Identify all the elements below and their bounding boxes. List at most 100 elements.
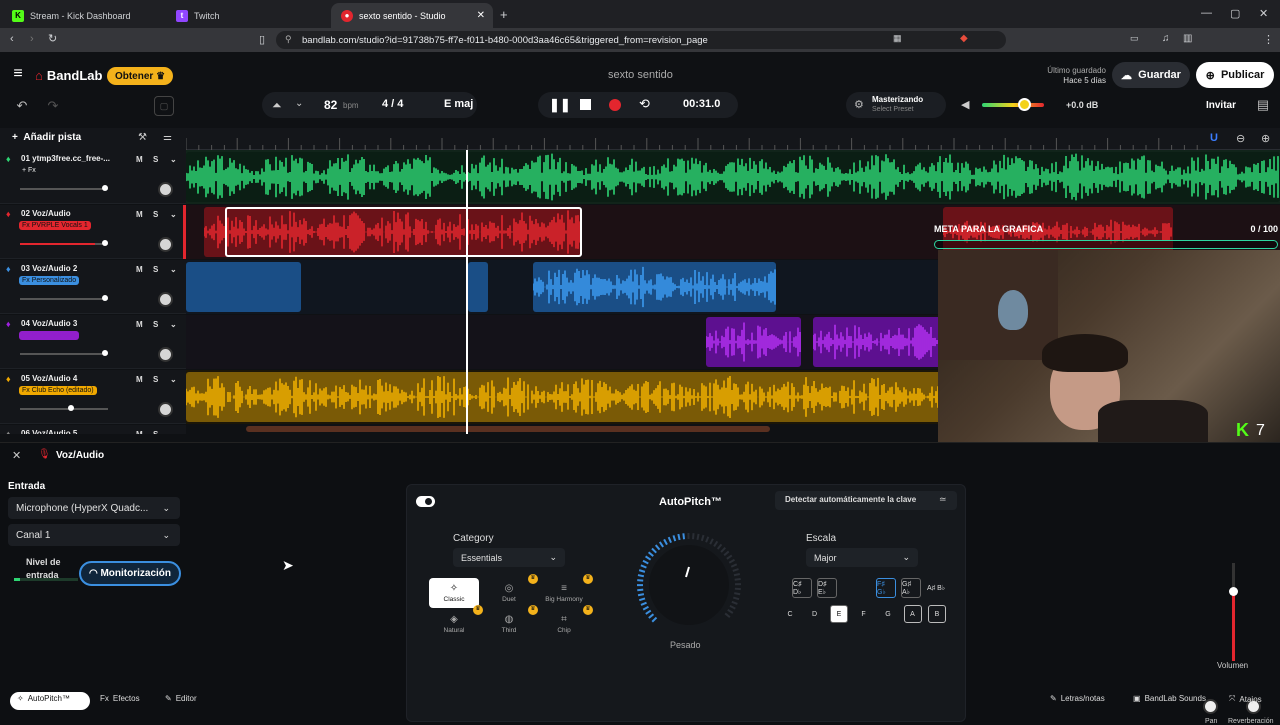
- track-fx-badge[interactable]: Fx Personalizado: [19, 331, 79, 340]
- track-volume-slider[interactable]: [20, 298, 108, 300]
- track-volume-knob[interactable]: [102, 350, 108, 356]
- solo-button[interactable]: S: [153, 430, 158, 434]
- bpm-value[interactable]: 82: [324, 98, 337, 112]
- editor-tab[interactable]: ✎Editor: [165, 694, 197, 703]
- master-volume-knob[interactable]: [1018, 98, 1031, 111]
- track-volume-slider[interactable]: [20, 408, 108, 410]
- view-icon[interactable]: ▢: [154, 96, 174, 116]
- wand-icon[interactable]: ⚒: [138, 132, 147, 143]
- obtener-button[interactable]: Obtener ♛: [107, 67, 173, 85]
- track-volume-knob[interactable]: [68, 405, 74, 411]
- brand-logo[interactable]: ⌂BandLab: [35, 68, 102, 83]
- track-pan-knob[interactable]: [158, 402, 173, 417]
- playhead[interactable]: [466, 150, 468, 434]
- track-fx-badge[interactable]: + Fx: [19, 166, 39, 175]
- autopitch-style-third[interactable]: ◍Third♛: [484, 609, 534, 639]
- loop-icon[interactable]: ⟲: [639, 96, 650, 112]
- track-volume-knob[interactable]: [102, 240, 108, 246]
- sidebar-icon[interactable]: ▥: [1183, 33, 1192, 44]
- clip-track-4a[interactable]: [706, 317, 801, 367]
- key-button-b[interactable]: B: [928, 605, 946, 623]
- autopitch-toggle[interactable]: [416, 496, 435, 507]
- project-key[interactable]: E maj: [444, 98, 473, 110]
- solo-button[interactable]: S: [153, 210, 158, 219]
- track-header[interactable]: ♦02 Voz/AudioFx PVRPLE Vocals 1MS⌄: [0, 205, 186, 259]
- sharp-key-button[interactable]: A♯ B♭: [926, 578, 946, 598]
- translate-icon[interactable]: ▦: [893, 33, 902, 44]
- autopitch-style-duet[interactable]: ◎Duet♛: [484, 578, 534, 608]
- autopitch-style-natural[interactable]: ◈Natural♛: [429, 609, 479, 639]
- key-button-g[interactable]: G: [879, 605, 897, 623]
- track-fx-badge[interactable]: Fx PVRPLE Vocals 1: [19, 221, 91, 230]
- key-button-f[interactable]: F: [855, 605, 873, 623]
- solo-button[interactable]: S: [153, 155, 158, 164]
- clip-track-1[interactable]: [186, 152, 1280, 202]
- master-volume-slider[interactable]: [982, 103, 1044, 107]
- lane-1[interactable]: [186, 150, 1280, 204]
- mute-button[interactable]: M: [136, 210, 143, 219]
- shortcuts-button[interactable]: ⤧Atajos: [1229, 694, 1262, 704]
- cast-icon[interactable]: ▭: [1130, 33, 1139, 44]
- channel-select[interactable]: Canal 1⌄: [8, 524, 180, 546]
- track-fx-badge[interactable]: Fx Club Echo (editado): [19, 386, 97, 395]
- sharp-key-button[interactable]: G♯ A♭: [901, 578, 921, 598]
- track-header[interactable]: ♦03 Voz/Audio 2Fx PersonalizadoMS⌄: [0, 260, 186, 314]
- category-select[interactable]: Essentials⌄: [453, 548, 565, 567]
- site-info-icon[interactable]: ⚲: [285, 34, 292, 45]
- chevron-down-icon[interactable]: ⌄: [295, 98, 303, 109]
- save-button[interactable]: ☁ Guardar: [1112, 62, 1190, 88]
- chevron-down-icon[interactable]: ⌄: [170, 320, 177, 329]
- solo-button[interactable]: S: [153, 375, 158, 384]
- track-name[interactable]: 06 Voz/Audio 5: [21, 429, 117, 434]
- track-volume-knob[interactable]: [102, 185, 108, 191]
- magnet-icon[interactable]: U: [1210, 132, 1218, 144]
- mute-button[interactable]: M: [136, 430, 143, 434]
- speaker-icon[interactable]: ◀: [961, 98, 969, 111]
- track-header[interactable]: ♦01 ytmp3free.cc_free-...+ FxMS⌄: [0, 150, 186, 204]
- hamburger-menu-icon[interactable]: ≡: [10, 66, 26, 82]
- volume-fader-knob[interactable]: [1229, 587, 1238, 596]
- zoom-out-icon[interactable]: ⊖: [1236, 132, 1245, 145]
- sounds-button[interactable]: ▣BandLab Sounds: [1133, 694, 1206, 703]
- clip-selection[interactable]: [225, 207, 582, 257]
- sharp-key-button[interactable]: D♯ E♭: [817, 578, 837, 598]
- key-button-e[interactable]: E: [830, 605, 848, 623]
- timeline-ruler[interactable]: U ⊖ ⊕: [186, 128, 1280, 150]
- track-header[interactable]: ♦05 Voz/Audio 4Fx Club Echo (editado)MS⌄: [0, 370, 186, 424]
- pause-icon[interactable]: ❚❚: [549, 97, 571, 113]
- menu-dots-icon[interactable]: ⋮: [1263, 33, 1274, 46]
- track-pan-knob[interactable]: [158, 237, 173, 252]
- scale-select[interactable]: Major⌄: [806, 548, 918, 567]
- track-name[interactable]: 01 ytmp3free.cc_free-...: [21, 154, 117, 163]
- invite-button[interactable]: Invitar: [1196, 94, 1246, 116]
- key-button-d[interactable]: D: [806, 605, 824, 623]
- clip-track-3a[interactable]: [186, 262, 301, 312]
- track-name[interactable]: 03 Voz/Audio 2: [21, 264, 117, 273]
- mute-button[interactable]: M: [136, 155, 143, 164]
- music-icon[interactable]: ♫: [1162, 33, 1170, 44]
- track-volume-slider[interactable]: [20, 243, 108, 245]
- new-tab-icon[interactable]: +: [500, 7, 508, 22]
- close-tab-icon[interactable]: ✕: [477, 10, 485, 21]
- track-name[interactable]: 04 Voz/Audio 3: [21, 319, 117, 328]
- sharp-key-button[interactable]: F♯ G♭: [876, 578, 896, 598]
- publish-button[interactable]: ⊕ Publicar: [1196, 62, 1274, 88]
- chevron-down-icon[interactable]: ⌄: [170, 265, 177, 274]
- track-header[interactable]: ♦04 Voz/Audio 3Fx PersonalizadoMS⌄: [0, 315, 186, 369]
- time-signature[interactable]: 4 / 4: [382, 98, 403, 110]
- reload-icon[interactable]: ↻: [48, 32, 57, 45]
- track-pan-knob[interactable]: [158, 347, 173, 362]
- mute-button[interactable]: M: [136, 320, 143, 329]
- volume-fader-track[interactable]: [1232, 563, 1235, 661]
- solo-button[interactable]: S: [153, 320, 158, 329]
- track-pan-knob[interactable]: [158, 182, 173, 197]
- forward-icon[interactable]: ›: [30, 33, 34, 45]
- clip-track-5[interactable]: [186, 372, 943, 422]
- chevron-down-icon[interactable]: ⌄: [170, 155, 177, 164]
- lyrics-button[interactable]: ✎Letras/notas: [1050, 694, 1105, 703]
- monitoring-button[interactable]: ◠ Monitorización: [79, 561, 181, 586]
- track-fx-badge[interactable]: Fx Personalizado: [19, 276, 79, 285]
- tab-studio[interactable]: ● sexto sentido - Studio ✕: [331, 3, 493, 28]
- tab-kick[interactable]: K Stream - Kick Dashboard: [2, 3, 162, 28]
- mastering-button[interactable]: ⚙ Masterizando Select Preset: [846, 92, 946, 118]
